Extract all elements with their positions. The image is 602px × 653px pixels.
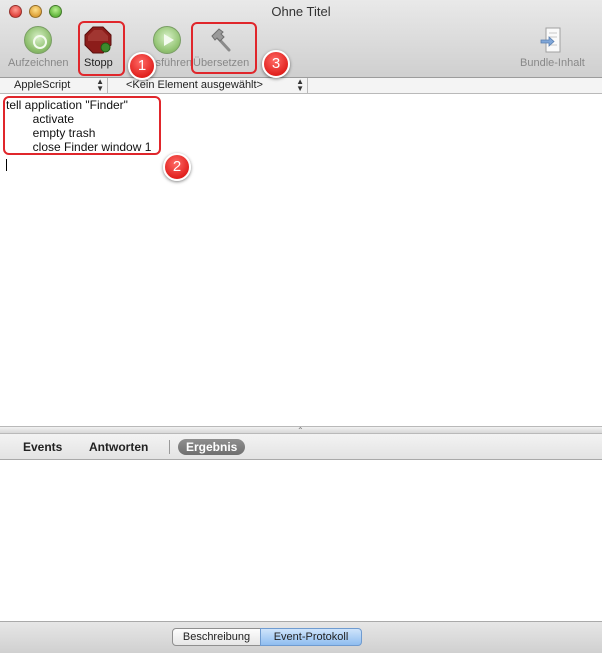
compile-callout-box — [191, 22, 257, 74]
bundle-contents-icon — [541, 27, 561, 53]
code-callout-box — [3, 96, 161, 155]
navigation-bar: AppleScript ▲ ▼ <Kein Element ausgewählt>… — [0, 78, 602, 94]
record-icon — [24, 26, 53, 54]
annotation-badge-3: 3 — [262, 50, 290, 78]
tab-replies[interactable]: Antworten — [89, 440, 148, 454]
pane-splitter[interactable]: ⌃ — [0, 426, 602, 435]
result-pane[interactable] — [0, 461, 602, 621]
play-icon — [153, 26, 182, 54]
popup-arrows-icon: ▲ ▼ — [296, 77, 304, 93]
tab-result[interactable]: Ergebnis — [178, 439, 246, 455]
bottom-bar: Beschreibung Event-Protokoll — [0, 621, 602, 653]
record-button[interactable]: Aufzeichnen — [8, 26, 69, 69]
annotation-badge-2: 2 — [163, 153, 191, 181]
annotation-badge-1: 1 — [128, 52, 156, 80]
bundle-contents-label: Bundle-Inhalt — [520, 57, 585, 69]
language-popup[interactable]: AppleScript ▲ ▼ — [0, 78, 108, 93]
record-label: Aufzeichnen — [8, 57, 69, 69]
description-segment[interactable]: Beschreibung — [172, 628, 261, 646]
tab-divider — [169, 440, 170, 454]
element-popup[interactable]: <Kein Element ausgewählt> ▲ ▼ — [108, 78, 308, 93]
language-value: AppleScript — [14, 79, 71, 91]
popup-arrows-icon: ▲ ▼ — [96, 77, 104, 93]
event-log-segment[interactable]: Event-Protokoll — [260, 628, 362, 646]
tab-events[interactable]: Events — [23, 440, 62, 454]
text-caret — [6, 159, 7, 171]
element-value: <Kein Element ausgewählt> — [126, 79, 263, 91]
window-title: Ohne Titel — [271, 4, 331, 19]
bundle-contents-button[interactable]: Bundle-Inhalt — [520, 26, 585, 69]
result-tabs-bar: Events Antworten Ergebnis — [0, 434, 602, 460]
stop-callout-box — [78, 21, 125, 76]
